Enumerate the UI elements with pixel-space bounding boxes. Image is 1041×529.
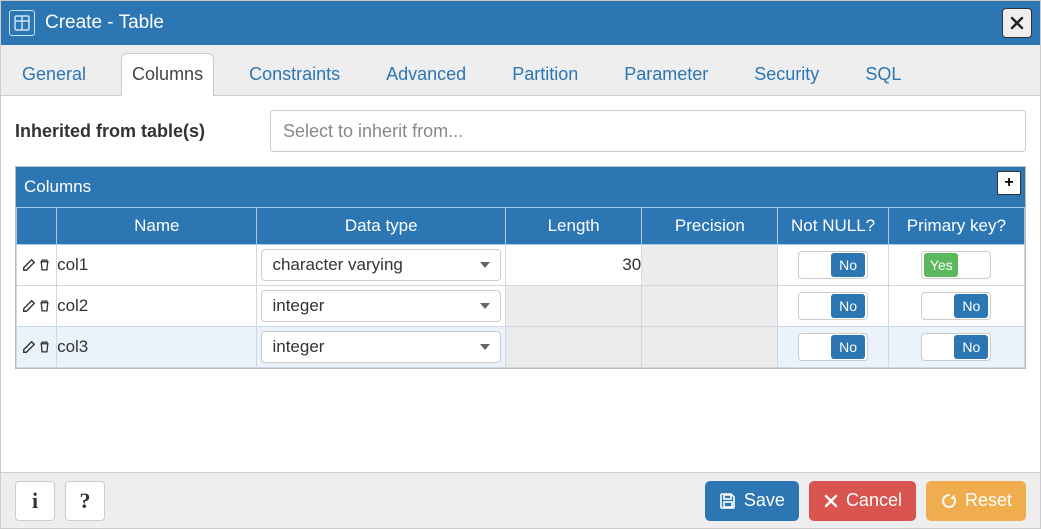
tab-sql[interactable]: SQL <box>854 53 912 95</box>
add-column-button[interactable]: + <box>997 171 1021 195</box>
inherit-label: Inherited from table(s) <box>15 121 270 142</box>
tab-advanced[interactable]: Advanced <box>375 53 477 95</box>
dialog-body: Inherited from table(s) Columns + Name D… <box>1 96 1040 472</box>
toggle-no[interactable]: No <box>921 333 991 361</box>
datatype-select[interactable]: integer <box>261 290 500 322</box>
tab-security[interactable]: Security <box>743 53 830 95</box>
tab-general[interactable]: General <box>11 53 97 95</box>
reset-icon <box>940 492 958 510</box>
th-dtype: Data type <box>257 208 505 245</box>
columns-panel-header: Columns + <box>16 167 1025 207</box>
dialog-title: Create - Table <box>45 12 1002 34</box>
chevron-down-icon <box>480 303 490 309</box>
col-name[interactable]: col3 <box>57 327 257 368</box>
columns-table: Name Data type Length Precision Not NULL… <box>16 207 1025 368</box>
chevron-down-icon <box>480 262 490 268</box>
col-notnull: No <box>778 327 888 368</box>
delete-icon[interactable] <box>37 297 52 314</box>
tab-partition[interactable]: Partition <box>501 53 589 95</box>
inherit-input[interactable] <box>270 110 1026 152</box>
th-actions <box>17 208 57 245</box>
col-length[interactable]: 30 <box>505 245 641 286</box>
col-precision <box>642 327 778 368</box>
col-length <box>505 286 641 327</box>
col-pk: Yes <box>888 245 1024 286</box>
col-name[interactable]: col1 <box>57 245 257 286</box>
toggle-no[interactable]: No <box>798 292 868 320</box>
close-icon[interactable] <box>1002 8 1032 38</box>
toggle-no[interactable]: No <box>798 251 868 279</box>
th-precision: Precision <box>642 208 778 245</box>
info-button[interactable]: i <box>15 481 55 521</box>
col-pk: No <box>888 327 1024 368</box>
tab-parameter[interactable]: Parameter <box>613 53 719 95</box>
toggle-yes[interactable]: Yes <box>921 251 991 279</box>
th-name: Name <box>57 208 257 245</box>
datatype-select[interactable]: integer <box>261 331 500 363</box>
th-length: Length <box>505 208 641 245</box>
th-pk: Primary key? <box>888 208 1024 245</box>
table-row: col1character varying30 No Yes <box>17 245 1025 286</box>
edit-icon[interactable] <box>21 338 37 355</box>
cancel-label: Cancel <box>846 490 902 511</box>
datatype-select[interactable]: character varying <box>261 249 500 281</box>
edit-icon[interactable] <box>21 256 37 273</box>
tab-constraints[interactable]: Constraints <box>238 53 351 95</box>
save-icon <box>719 492 737 510</box>
columns-panel-title: Columns <box>24 177 91 197</box>
table-row: col2integer No No <box>17 286 1025 327</box>
tab-columns[interactable]: Columns <box>121 53 214 96</box>
delete-icon[interactable] <box>37 256 52 273</box>
toggle-no[interactable]: No <box>798 333 868 361</box>
col-precision <box>642 245 778 286</box>
help-button[interactable]: ? <box>65 481 105 521</box>
table-row: col3integer No No <box>17 327 1025 368</box>
cancel-button[interactable]: Cancel <box>809 481 916 521</box>
dialog-footer: i ? Save Cancel Reset <box>1 472 1040 528</box>
save-label: Save <box>744 490 785 511</box>
edit-icon[interactable] <box>21 297 37 314</box>
cancel-icon <box>823 493 839 509</box>
col-notnull: No <box>778 245 888 286</box>
reset-button[interactable]: Reset <box>926 481 1026 521</box>
chevron-down-icon <box>480 344 490 350</box>
tab-bar: General Columns Constraints Advanced Partiti… <box>1 45 1040 96</box>
columns-panel: Columns + Name Data type Length Precisio… <box>15 166 1026 369</box>
toggle-no[interactable]: No <box>921 292 991 320</box>
col-precision <box>642 286 778 327</box>
save-button[interactable]: Save <box>705 481 799 521</box>
col-length <box>505 327 641 368</box>
col-pk: No <box>888 286 1024 327</box>
reset-label: Reset <box>965 490 1012 511</box>
delete-icon[interactable] <box>37 338 52 355</box>
th-notnull: Not NULL? <box>778 208 888 245</box>
col-notnull: No <box>778 286 888 327</box>
dialog-titlebar: Create - Table <box>1 1 1040 45</box>
table-icon <box>9 10 35 36</box>
col-name[interactable]: col2 <box>57 286 257 327</box>
